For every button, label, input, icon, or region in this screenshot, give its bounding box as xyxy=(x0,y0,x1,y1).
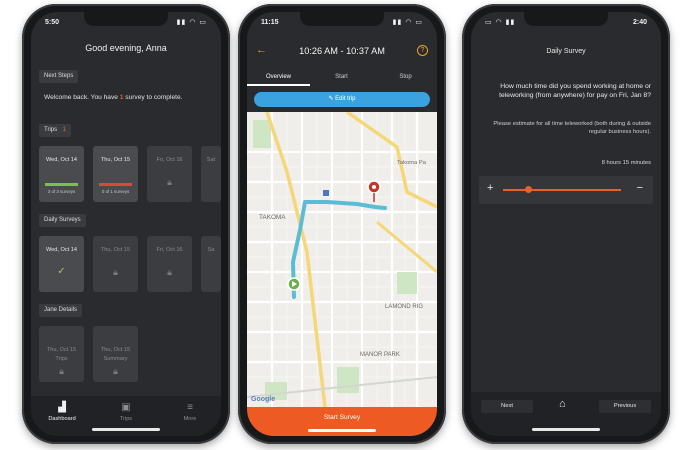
daily-card-wed[interactable]: Wed, Oct 14 ✓ xyxy=(39,236,84,292)
status-icons: ▭ ◠ ▮▮ xyxy=(485,19,516,26)
tab-stop[interactable]: Stop xyxy=(374,74,437,80)
park-area xyxy=(253,120,271,148)
map-label-manor-park: MANOR PARK xyxy=(360,352,400,358)
status-time: 11:15 xyxy=(261,19,279,26)
trip-time-range: 10:26 AM - 10:37 AM xyxy=(299,46,385,56)
start-survey-button[interactable]: Start Survey xyxy=(247,407,437,436)
park-area xyxy=(397,272,417,294)
plus-button[interactable]: + xyxy=(487,182,493,194)
details-label: Jane Details xyxy=(39,304,83,317)
survey-title: Daily Survey xyxy=(546,48,586,55)
bar-chart-icon: ▟ xyxy=(58,402,66,413)
help-icon[interactable]: ? xyxy=(417,45,428,56)
home-indicator xyxy=(92,428,160,431)
map-canvas: TAKOMA Takoma Pa LAMOND RIG MANOR PARK G… xyxy=(247,112,437,407)
next-button[interactable]: Next xyxy=(481,400,533,413)
google-logo: Google xyxy=(251,396,275,403)
trip-progress-bar xyxy=(45,183,78,186)
slider-track[interactable] xyxy=(503,189,621,191)
trip-card-sat: Sat xyxy=(201,146,221,202)
transit-icon xyxy=(323,190,329,196)
survey-note: Please estimate for all time teleworked … xyxy=(493,121,651,135)
map-icon: ▣ xyxy=(121,402,131,413)
lock-icon: 🔒︎ xyxy=(59,366,64,376)
tab-dashboard[interactable]: ▟ Dashboard xyxy=(37,402,87,422)
daily-card-thu: Thu, Oct 15 🔒︎ xyxy=(93,236,138,292)
trip-map[interactable]: TAKOMA Takoma Pa LAMOND RIG MANOR PARK G… xyxy=(247,112,437,407)
tab-start[interactable]: Start xyxy=(310,74,373,80)
tab-more[interactable]: ≡ More xyxy=(165,402,215,422)
status-time: 2:40 xyxy=(632,19,647,26)
map-label-takoma-park: Takoma Pa xyxy=(397,160,427,166)
status-icons: ▮▮ ◠ ▭ xyxy=(392,19,423,26)
status-time: 5:50 xyxy=(45,19,60,26)
survey-screen: ▭ ◠ ▮▮ 2:40 Daily Survey How much time d… xyxy=(471,12,661,436)
detail-card-summary: Thu, Oct 15 Summary 🔒︎ xyxy=(93,326,138,382)
lock-icon: 🔒︎ xyxy=(167,177,172,187)
welcome-message: Welcome back. You have 1 survey to compl… xyxy=(44,94,183,101)
trip-screen: 11:15 ▮▮ ◠ ▭ ← 10:26 AM - 10:37 AM ? Ove… xyxy=(247,12,437,436)
time-slider: + − xyxy=(479,176,653,204)
notch xyxy=(300,12,384,26)
trips-count-badge: 1 xyxy=(62,127,67,133)
trips-label: Trips 1 xyxy=(39,124,72,137)
survey-question: How much time did you spend working at h… xyxy=(499,83,651,100)
status-icons: ▮▮ ◠ ▭ xyxy=(176,19,207,26)
lock-icon: 🔒︎ xyxy=(113,366,118,376)
menu-icon: ≡ xyxy=(187,402,193,413)
notch xyxy=(524,12,608,26)
daily-card-fri: Fri, Oct 16 🔒︎ xyxy=(147,236,192,292)
slider-value: 8 hours 15 minutes xyxy=(601,160,651,166)
pencil-icon: ✎ xyxy=(328,96,334,102)
trip-progress-bar xyxy=(99,183,132,186)
home-indicator xyxy=(308,429,376,432)
daily-surveys-label: Daily Surveys xyxy=(39,214,86,227)
detail-card-trips: Thu, Oct 15 Trips 🔒︎ xyxy=(39,326,84,382)
dashboard-screen: 5:50 ▮▮ ◠ ▭ Good evening, Anna Next Step… xyxy=(31,12,221,436)
phone-daily-survey: ▭ ◠ ▮▮ 2:40 Daily Survey How much time d… xyxy=(462,4,670,444)
phone-trip-map: 11:15 ▮▮ ◠ ▭ ← 10:26 AM - 10:37 AM ? Ove… xyxy=(238,4,446,444)
park-area xyxy=(337,367,359,393)
trip-card-wed[interactable]: Wed, Oct 14 3 of 3 surveys xyxy=(39,146,84,202)
map-label-takoma: TAKOMA xyxy=(259,214,286,221)
map-label-lamond: LAMOND RIG xyxy=(385,304,423,310)
trip-card-thu[interactable]: Thu, Oct 15 0 of 1 surveys xyxy=(93,146,138,202)
tab-trips[interactable]: ▣ Trips xyxy=(101,402,151,422)
slider-handle[interactable] xyxy=(525,186,532,193)
trip-header: ← 10:26 AM - 10:37 AM ? xyxy=(247,34,437,74)
daily-card-sat: Sa xyxy=(201,236,221,292)
greeting: Good evening, Anna xyxy=(85,43,167,53)
minus-button[interactable]: − xyxy=(637,182,643,194)
notch xyxy=(84,12,168,26)
checkmark-icon: ✓ xyxy=(57,266,66,277)
phone-dashboard: 5:50 ▮▮ ◠ ▭ Good evening, Anna Next Step… xyxy=(22,4,230,444)
trip-tabs: Overview Start Stop xyxy=(247,70,437,88)
lock-icon: 🔒︎ xyxy=(167,267,172,277)
previous-button[interactable]: Previous xyxy=(599,400,651,413)
trip-card-fri: Fri, Oct 16 🔒︎ xyxy=(147,146,192,202)
tab-overview[interactable]: Overview xyxy=(247,74,310,86)
home-icon[interactable]: ⌂ xyxy=(559,398,566,410)
home-indicator xyxy=(532,428,600,431)
edit-trip-button[interactable]: ✎ Edit trip xyxy=(254,92,430,107)
lock-icon: 🔒︎ xyxy=(113,267,118,277)
next-steps-label: Next Steps xyxy=(39,70,79,83)
